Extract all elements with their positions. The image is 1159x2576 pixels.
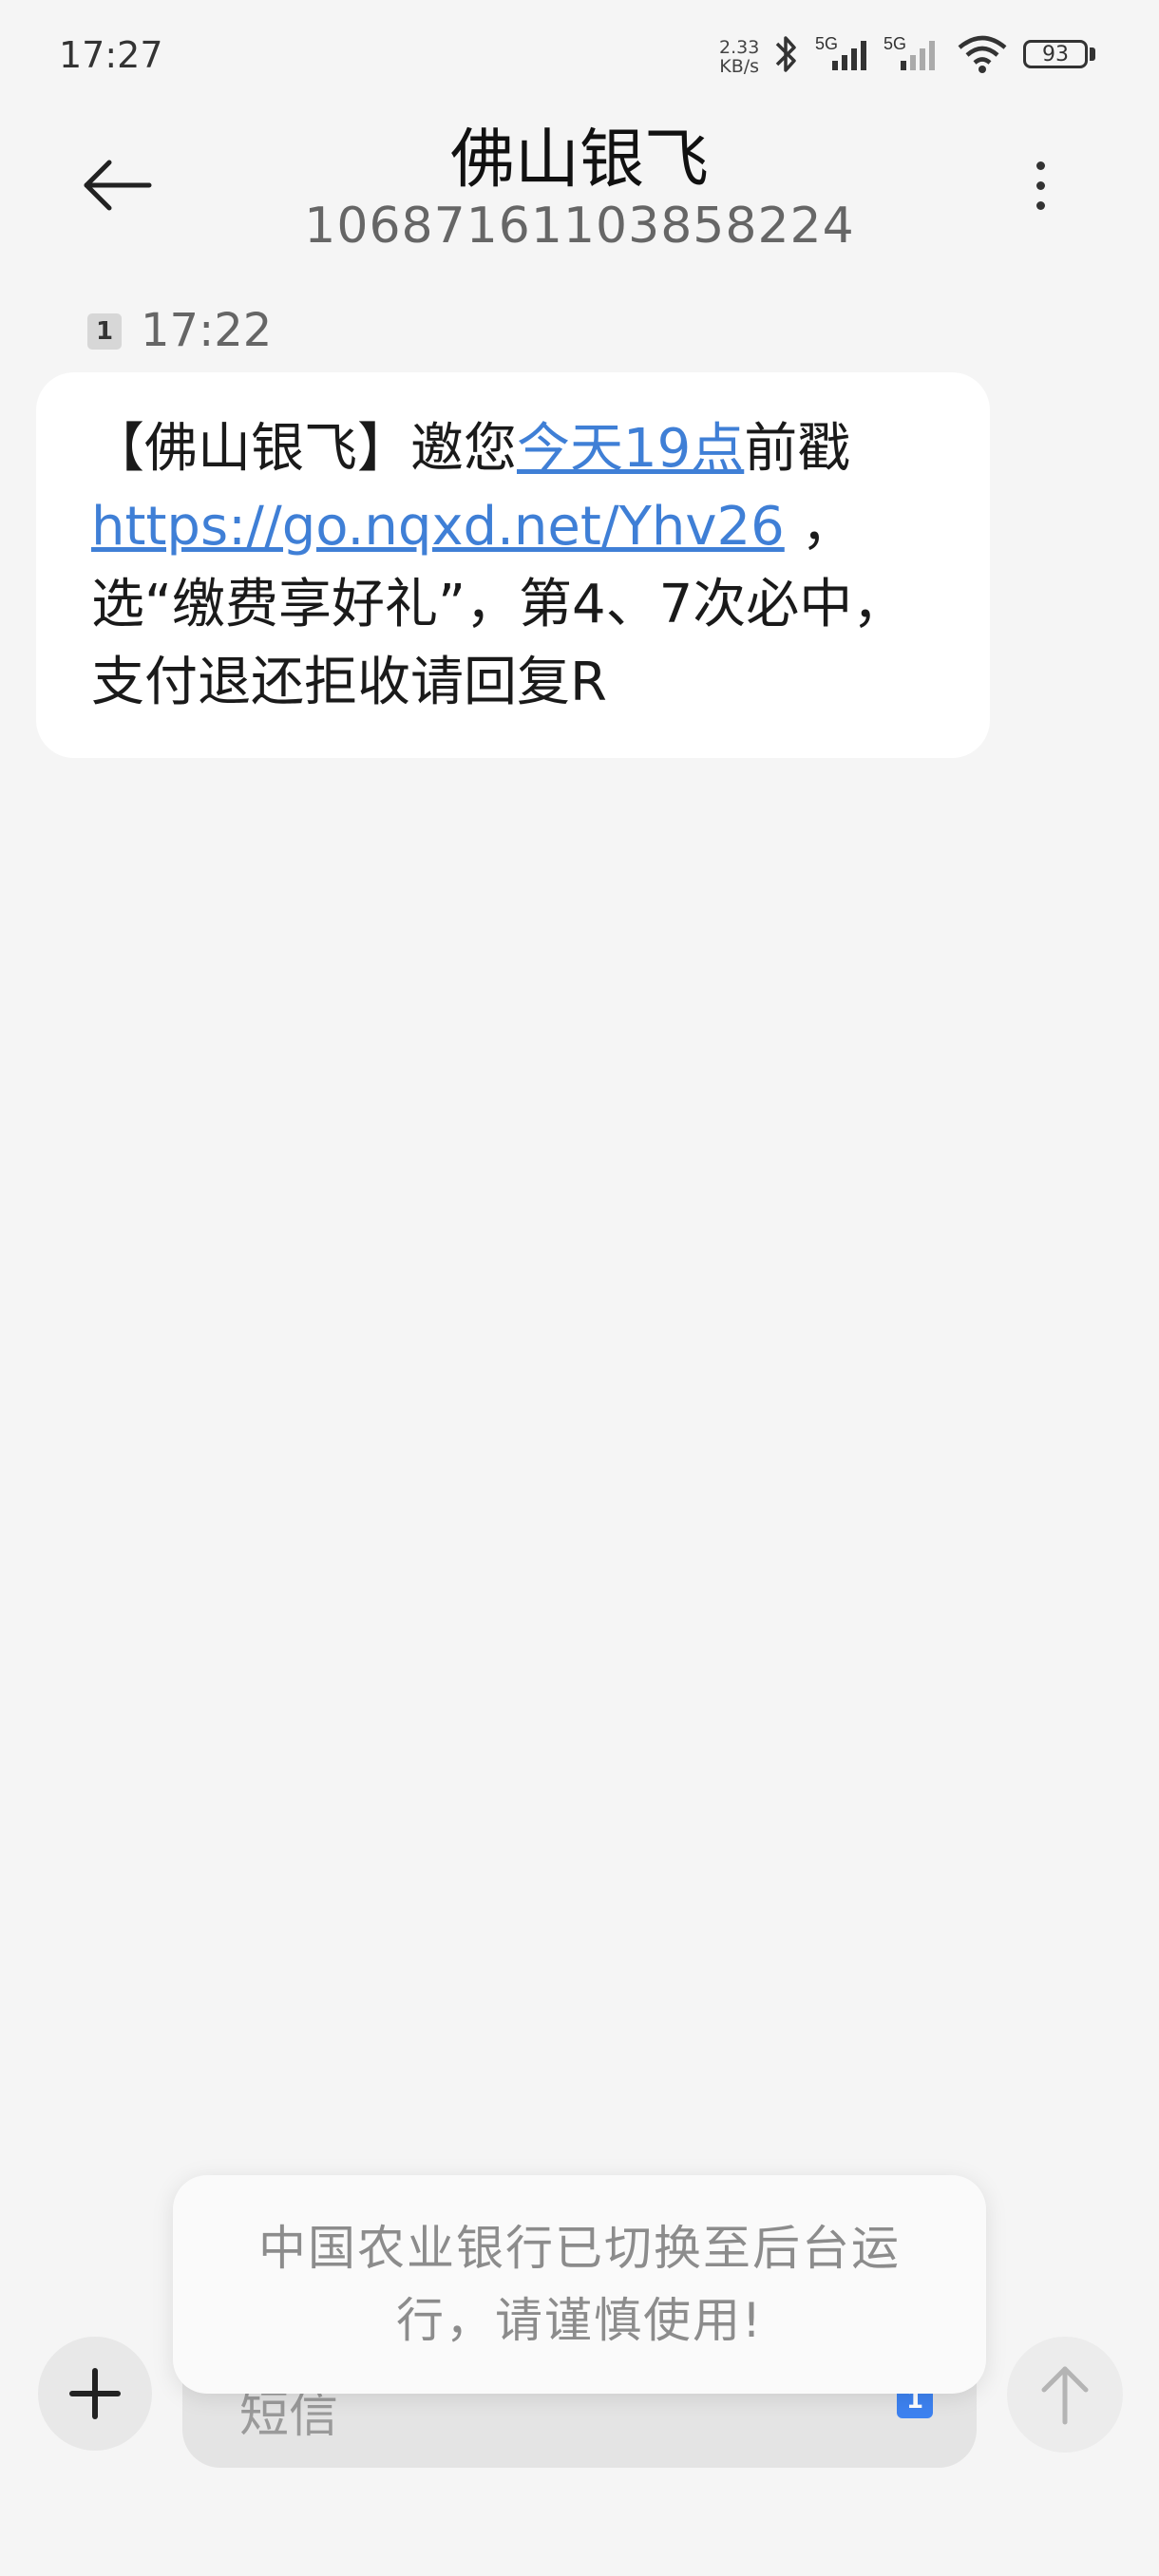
conversation-title: 佛山银飞 <box>449 123 709 198</box>
bluetooth-icon <box>775 36 796 72</box>
more-dot-icon <box>1036 180 1045 190</box>
battery-icon: 93 <box>1023 40 1088 68</box>
more-dot-icon <box>1036 161 1045 170</box>
signal-1-label: 5G <box>815 34 838 53</box>
status-time: 17:27 <box>59 34 163 76</box>
date-time-link[interactable]: 今天19点 <box>517 418 744 480</box>
message-bubble[interactable]: 【佛山银飞】邀您今天19点前戳 https://go.nqxd.net/Yhv26… <box>36 372 990 758</box>
network-speed-unit: KB/s <box>719 56 760 77</box>
network-speed-value: 2.33 <box>719 37 760 58</box>
message-text-part: 【佛山银飞】邀您 <box>91 418 517 480</box>
message-text-part: 前戳 <box>744 418 851 480</box>
plus-icon <box>69 2368 121 2419</box>
send-button[interactable] <box>1007 2337 1123 2453</box>
status-bar: 17:27 2.33 KB/s 5G 5G 93 <box>0 0 1159 114</box>
toast-message: 中国农业银行已切换至后台运行，请谨慎使用! <box>258 2221 901 2348</box>
wifi-icon <box>958 35 1007 73</box>
battery-level: 93 <box>1042 42 1069 66</box>
toast-notification: 中国农业银行已切换至后台运行，请谨慎使用! <box>173 2175 986 2394</box>
url-link[interactable]: https://go.nqxd.net/Yhv26 <box>91 496 785 558</box>
network-speed: 2.33 KB/s <box>719 38 759 76</box>
sender-number: 10687161103858224 <box>304 198 855 255</box>
signal-2-label: 5G <box>884 34 906 53</box>
more-dot-icon <box>1036 200 1045 210</box>
cellular-signal-1-icon: 5G <box>815 34 866 70</box>
more-options-button[interactable] <box>1016 142 1064 228</box>
sim-card-badge: 1 <box>87 313 122 350</box>
cellular-signal-2-icon: 5G <box>884 34 935 70</box>
battery-tip <box>1090 47 1095 61</box>
message-text: 【佛山银飞】邀您今天19点前戳 https://go.nqxd.net/Yhv26… <box>91 410 935 722</box>
send-arrow-icon <box>1041 2366 1089 2425</box>
message-timestamp: 17:22 <box>141 304 273 357</box>
add-attachment-button[interactable] <box>38 2337 152 2451</box>
